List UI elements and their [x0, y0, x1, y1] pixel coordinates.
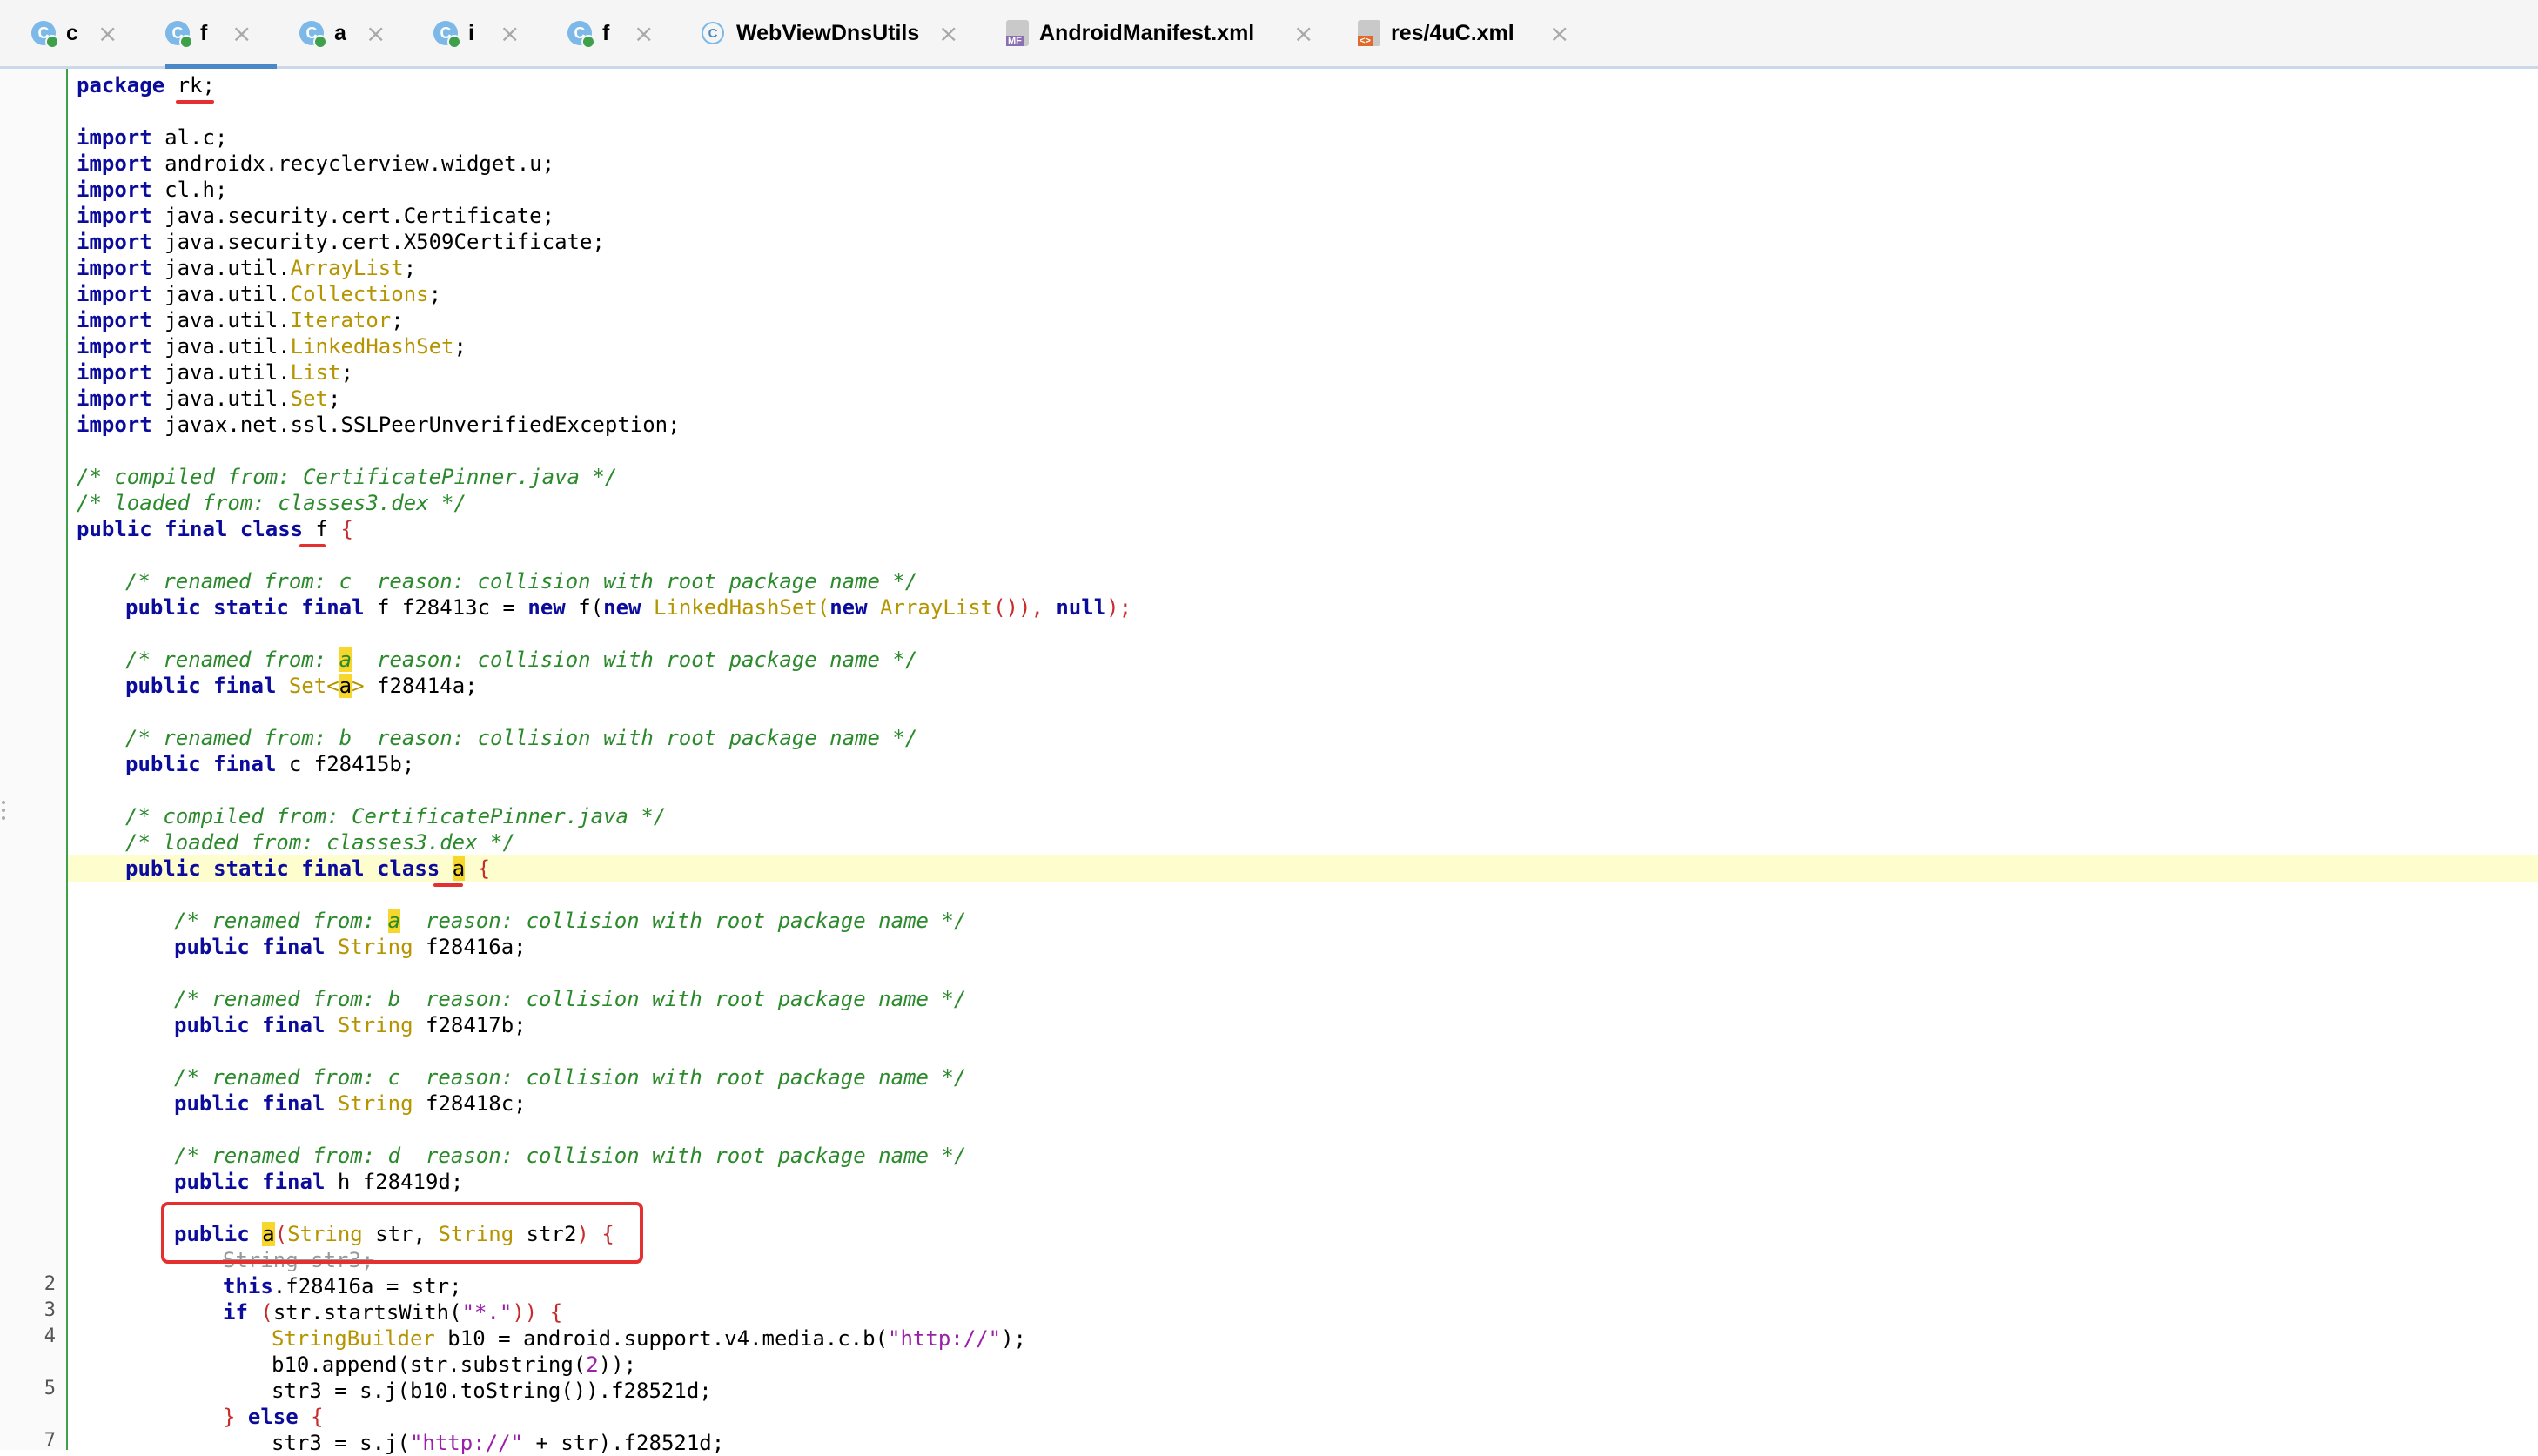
code-line: import al.c;	[77, 125, 228, 150]
red-underline	[176, 100, 214, 104]
code-comment: /* renamed from: a reason: collision wit…	[125, 647, 918, 672]
code-comment: /* compiled from: CertificatePinner.java…	[125, 804, 667, 829]
code-comment: /* renamed from: b reason: collision wit…	[125, 726, 918, 750]
code-line: public final class f {	[77, 517, 353, 541]
code-comment: /* renamed from: a reason: collision wit…	[174, 909, 967, 933]
code-line: str3 = s.j(b10.toString()).f28521d;	[272, 1379, 712, 1403]
tab-androidmanifest[interactable]: MF AndroidManifest.xml ×	[1006, 0, 1313, 66]
tab-label: f	[602, 20, 610, 45]
code-line: if (str.startsWith("*.")) {	[223, 1300, 563, 1325]
class-icon: C	[31, 21, 59, 49]
close-icon[interactable]: ×	[938, 19, 958, 48]
class-icon: C	[299, 21, 327, 49]
close-icon[interactable]: ×	[1549, 19, 1569, 48]
tab-label: f	[200, 20, 208, 45]
drag-handle-icon[interactable]	[2, 801, 7, 827]
tab-f-active[interactable]: C f ×	[165, 0, 277, 69]
code-line: import java.security.cert.X509Certificat…	[77, 230, 605, 254]
tab-webviewdnsutils[interactable]: C WebViewDnsUtils ×	[702, 0, 958, 66]
code-line: import javax.net.ssl.SSLPeerUnverifiedEx…	[77, 413, 681, 437]
tab-label: a	[334, 20, 346, 45]
line-number: 7	[44, 1430, 56, 1452]
red-underline	[299, 544, 326, 547]
code-line: public final String f28418c;	[174, 1091, 527, 1116]
code-line: import java.util.LinkedHashSet;	[77, 334, 467, 359]
inner-class-name: a	[452, 856, 466, 881]
tab-i[interactable]: C i ×	[433, 0, 520, 66]
tab-label: c	[66, 20, 78, 45]
red-underline	[433, 883, 463, 887]
xml-file-icon: <>	[1358, 20, 1380, 46]
class-icon: C	[702, 22, 724, 44]
class-icon: C	[165, 21, 193, 49]
line-number: 4	[44, 1325, 56, 1347]
code-line: import java.util.ArrayList;	[77, 256, 417, 280]
code-line: } else {	[223, 1405, 324, 1429]
code-comment: /* renamed from: b reason: collision wit…	[174, 987, 967, 1011]
code-line: import java.util.Collections;	[77, 282, 442, 306]
tab-c[interactable]: C c ×	[31, 0, 118, 66]
code-line: public final String f28417b;	[174, 1013, 527, 1037]
code-line: public final h f28419d;	[174, 1170, 464, 1194]
code-line: str3 = s.j("http://" + str).f28521d;	[272, 1431, 725, 1455]
tab-label: WebViewDnsUtils	[736, 20, 920, 45]
line-number: 3	[44, 1299, 56, 1321]
outer-class-name: f	[315, 517, 328, 541]
tab-label: i	[468, 20, 474, 45]
code-line: public final Set<a> f28414a;	[125, 674, 478, 698]
code-line: public final c f28415b;	[125, 752, 415, 776]
tab-label: AndroidManifest.xml	[1039, 20, 1255, 45]
code-line: import java.util.List;	[77, 360, 353, 385]
code-line: import java.security.cert.Certificate;	[77, 204, 555, 228]
code-line: import java.util.Iterator;	[77, 308, 404, 332]
code-comment: /* loaded from: classes3.dex */	[77, 491, 467, 515]
code-line: import androidx.recyclerview.widget.u;	[77, 151, 555, 176]
code-line: StringBuilder b10 = android.support.v4.m…	[272, 1326, 1026, 1351]
close-icon[interactable]: ×	[634, 19, 654, 48]
close-icon[interactable]: ×	[500, 19, 520, 48]
package-name: rk;	[177, 73, 215, 97]
close-icon[interactable]: ×	[97, 19, 118, 48]
code-comment: /* loaded from: classes3.dex */	[125, 830, 515, 855]
tab-res-4uc-xml[interactable]: <> res/4uC.xml ×	[1358, 0, 1569, 66]
close-icon[interactable]: ×	[232, 19, 252, 48]
tab-a[interactable]: C a ×	[299, 0, 386, 66]
line-number-gutter: 2 3 4 5 7	[0, 69, 68, 1452]
code-comment: /* renamed from: c reason: collision wit…	[174, 1065, 967, 1090]
tab-f[interactable]: C f ×	[567, 0, 654, 66]
manifest-file-icon: MF	[1006, 20, 1029, 46]
code-comment: /* compiled from: CertificatePinner.java…	[77, 465, 618, 489]
code-line: b10.append(str.substring(2));	[272, 1352, 637, 1377]
code-comment: /* renamed from: c reason: collision wit…	[125, 569, 918, 594]
close-icon[interactable]: ×	[1293, 19, 1313, 48]
line-number: 5	[44, 1378, 56, 1399]
tab-label: res/4uC.xml	[1391, 20, 1514, 45]
code-line: public static final f f28413c = new f(ne…	[125, 595, 1132, 620]
code-line: this.f28416a = str;	[223, 1274, 462, 1298]
editor-tab-bar: C c × C f × C a × C i × C f × C WebViewD…	[0, 0, 2538, 69]
code-line: import java.util.Set;	[77, 386, 341, 411]
class-icon: C	[433, 21, 461, 49]
code-comment: /* renamed from: d reason: collision wit…	[174, 1144, 967, 1168]
class-icon: C	[567, 21, 595, 49]
code-line: public final String f28416a;	[174, 935, 527, 959]
current-line: public static final class a {	[68, 855, 2538, 882]
line-number: 2	[44, 1273, 56, 1295]
code-line: package rk;	[77, 73, 215, 97]
close-icon[interactable]: ×	[366, 19, 386, 48]
red-annotation-box	[161, 1202, 643, 1264]
code-line: import cl.h;	[77, 178, 228, 202]
